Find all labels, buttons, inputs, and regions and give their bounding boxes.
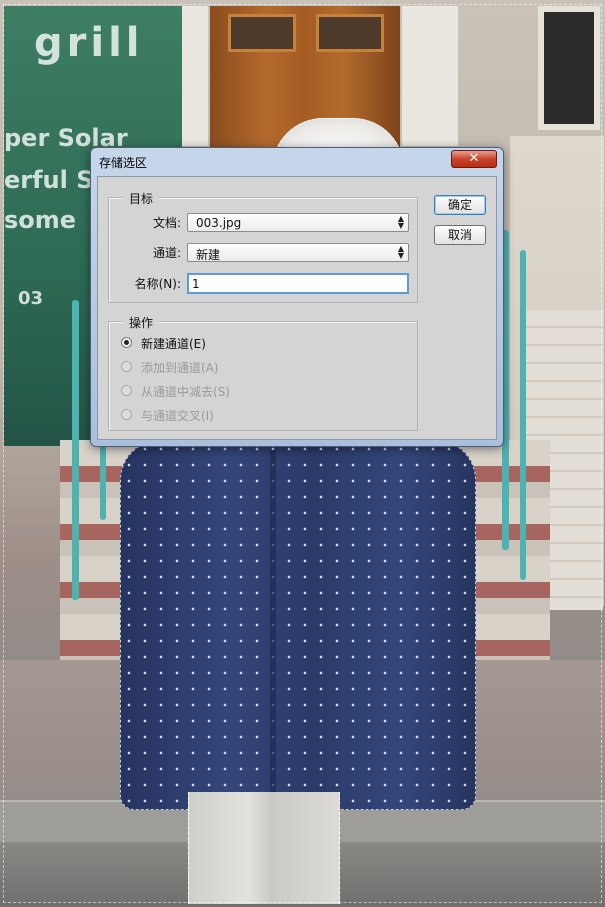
operation-group: 操作 新建通道(E) 添加到通道(A) 从通道中减去(S) 与通道交叉(I): [108, 314, 418, 431]
save-selection-dialog: 存储选区 ✕ 目标 文档: 003.jpg ▲ ▼ 通道: 新建 ▲ ▼ 名称(N)…: [90, 147, 504, 447]
updown-arrow-icon: ▲ ▼: [397, 244, 404, 260]
operation-group-legend: 操作: [123, 314, 160, 331]
canvas-photo[interactable]: grill per Solar erful S some 03: [0, 0, 605, 907]
radio-label: 从通道中减去(S): [141, 385, 230, 399]
target-group-legend: 目标: [123, 190, 160, 207]
close-button[interactable]: ✕: [451, 150, 497, 168]
radio-button: [121, 361, 132, 372]
close-icon: ✕: [468, 151, 480, 166]
channel-select-value: 新建: [196, 248, 221, 262]
cancel-button[interactable]: 取消: [434, 225, 486, 245]
channel-label: 通道:: [152, 246, 181, 260]
radio-button: [121, 409, 132, 420]
channel-select[interactable]: 新建 ▲ ▼: [187, 243, 409, 262]
radio-button-checked[interactable]: [121, 337, 132, 348]
dialog-body: 目标 文档: 003.jpg ▲ ▼ 通道: 新建 ▲ ▼ 名称(N): 1 操作 …: [97, 176, 497, 440]
name-input[interactable]: 1: [187, 273, 409, 294]
dialog-titlebar[interactable]: 存储选区 ✕: [91, 148, 503, 174]
dialog-title: 存储选区: [99, 156, 148, 170]
name-label: 名称(N):: [134, 277, 181, 291]
target-group: 目标 文档: 003.jpg ▲ ▼ 通道: 新建 ▲ ▼ 名称(N): 1: [108, 190, 418, 303]
document-select[interactable]: 003.jpg ▲ ▼: [187, 213, 409, 232]
radio-label: 添加到通道(A): [141, 361, 219, 375]
radio-label: 与通道交叉(I): [141, 409, 214, 423]
selection-marquee: [3, 4, 602, 903]
ok-button[interactable]: 确定: [434, 195, 486, 215]
document-label: 文档:: [152, 216, 181, 230]
radio-label: 新建通道(E): [141, 337, 206, 351]
document-select-value: 003.jpg: [196, 216, 242, 230]
radio-button: [121, 385, 132, 396]
updown-arrow-icon: ▲ ▼: [397, 214, 404, 230]
